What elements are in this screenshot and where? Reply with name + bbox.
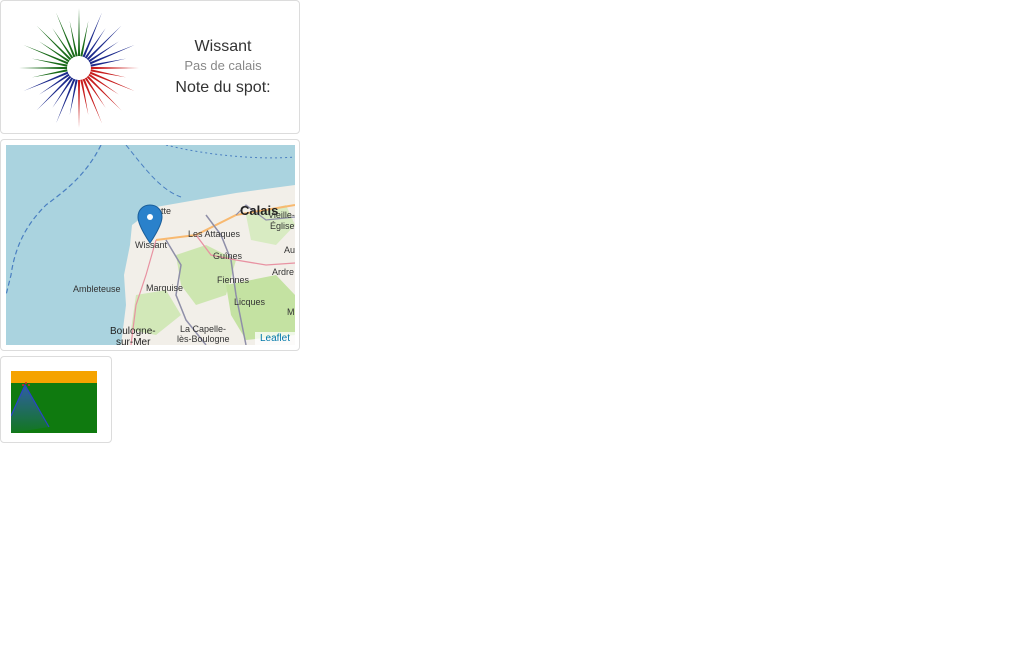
map-label-marquise: Marquise — [146, 283, 184, 293]
map-label-m: M — [287, 307, 295, 317]
spot-region: Pas de calais — [184, 58, 262, 73]
wind-rose-spike — [19, 66, 68, 70]
wind-rose-spike — [90, 66, 139, 70]
wind-rose-spike — [84, 77, 106, 108]
map-label-licques: Licques — [234, 297, 266, 307]
map-attribution-link[interactable]: Leaflet — [254, 332, 295, 345]
spot-map[interactable]: Calais atte Vieille- Église Wissant Les … — [6, 145, 295, 345]
wind-rose-spike — [31, 69, 68, 78]
map-label-fiennes: Fiennes — [217, 275, 250, 285]
forecast-thumbnail-graph — [11, 371, 97, 433]
map-label-ambleteuse: Ambleteuse — [73, 284, 121, 294]
wind-rose-spike — [77, 8, 81, 57]
wind-rose-spike — [80, 20, 89, 57]
forecast-thumbnail-card[interactable] — [0, 356, 112, 443]
wind-rose-spike — [39, 41, 70, 63]
wind-rose-spike — [88, 41, 119, 63]
wind-rose-spike — [31, 58, 68, 67]
wind-rose-spike — [84, 28, 106, 59]
wind-rose-spike — [36, 75, 72, 111]
map-label-la-capelle: La Capelle- — [180, 324, 227, 334]
wind-rose-spike — [52, 28, 74, 59]
wind-rose-spike — [36, 25, 72, 61]
wind-rose-center — [68, 57, 90, 79]
spot-rating-label: Note du spot: — [175, 79, 271, 96]
map-label-ardres: Ardre — [272, 267, 295, 277]
map-label-eglise: Église — [270, 221, 295, 231]
wind-rose-spike — [80, 79, 89, 116]
wind-rose-spike — [52, 77, 74, 108]
map-pin-icon[interactable] — [137, 204, 163, 244]
wind-rose-spike — [88, 73, 119, 95]
wind-rose-spike — [86, 25, 122, 61]
map-label-guines: Guînes — [213, 251, 243, 261]
wind-rose-spike — [90, 69, 127, 78]
wind-rose-icon — [19, 8, 139, 128]
map-label-vieille: Vieille- — [268, 210, 295, 220]
wind-rose-spike — [69, 79, 78, 116]
map-label-au: Au — [284, 245, 295, 255]
map-label-boulogne: Boulogne- — [110, 326, 156, 337]
spot-card: Wissant Pas de calais Note du spot: — [0, 0, 300, 134]
wind-rose-spike — [90, 58, 127, 67]
map-label-sur-mer: sur-Mer — [116, 337, 151, 345]
spot-info: Wissant Pas de calais Note du spot: — [151, 37, 295, 99]
wind-rose-spike — [69, 20, 78, 57]
wind-rose-spike — [86, 75, 122, 111]
map-label-les-boulogne: lès-Boulogne — [177, 334, 230, 344]
wind-rose-spike — [77, 79, 81, 128]
map-card: Calais atte Vieille- Église Wissant Les … — [0, 139, 300, 351]
wind-rose-spike — [39, 73, 70, 95]
spot-name: Wissant — [194, 38, 252, 55]
map-label-les-attaques: Les Attaques — [188, 229, 241, 239]
